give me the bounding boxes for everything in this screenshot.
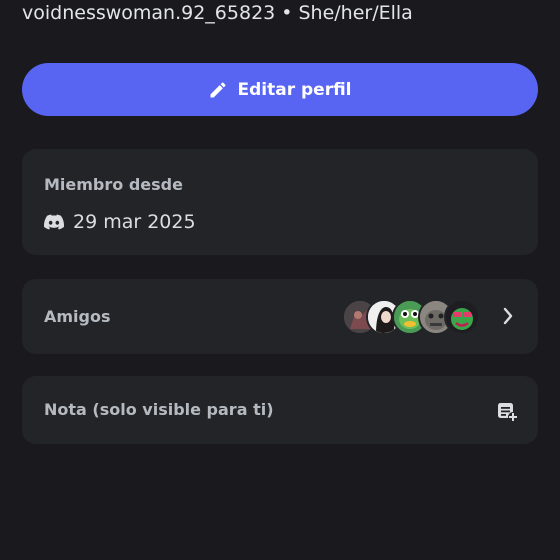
edit-profile-label: Editar perfil — [237, 79, 352, 100]
discord-icon — [44, 214, 64, 230]
member-since-label: Miembro desde — [44, 175, 183, 194]
friends-label: Amigos — [44, 307, 111, 326]
username-line: voidnesswoman.92_65823 • She/her/Ella — [22, 2, 413, 24]
member-since-date: 29 mar 2025 — [73, 211, 196, 233]
pronouns: She/her/Ella — [298, 2, 413, 24]
separator: • — [281, 2, 293, 24]
note-add-icon[interactable] — [496, 400, 518, 422]
note-label: Nota (solo visible para ti) — [44, 400, 274, 419]
friends-card[interactable]: Amigos — [22, 279, 538, 354]
edit-profile-button[interactable]: Editar perfil — [22, 63, 538, 116]
member-since-card: Miembro desde 29 mar 2025 — [22, 149, 538, 255]
note-card[interactable]: Nota (solo visible para ti) — [22, 376, 538, 444]
chevron-right-icon[interactable] — [502, 306, 514, 326]
pencil-icon — [208, 80, 228, 100]
friend-avatar — [444, 299, 480, 335]
username: voidnesswoman.92_65823 — [22, 2, 276, 24]
member-since-date-row: 29 mar 2025 — [44, 211, 196, 233]
